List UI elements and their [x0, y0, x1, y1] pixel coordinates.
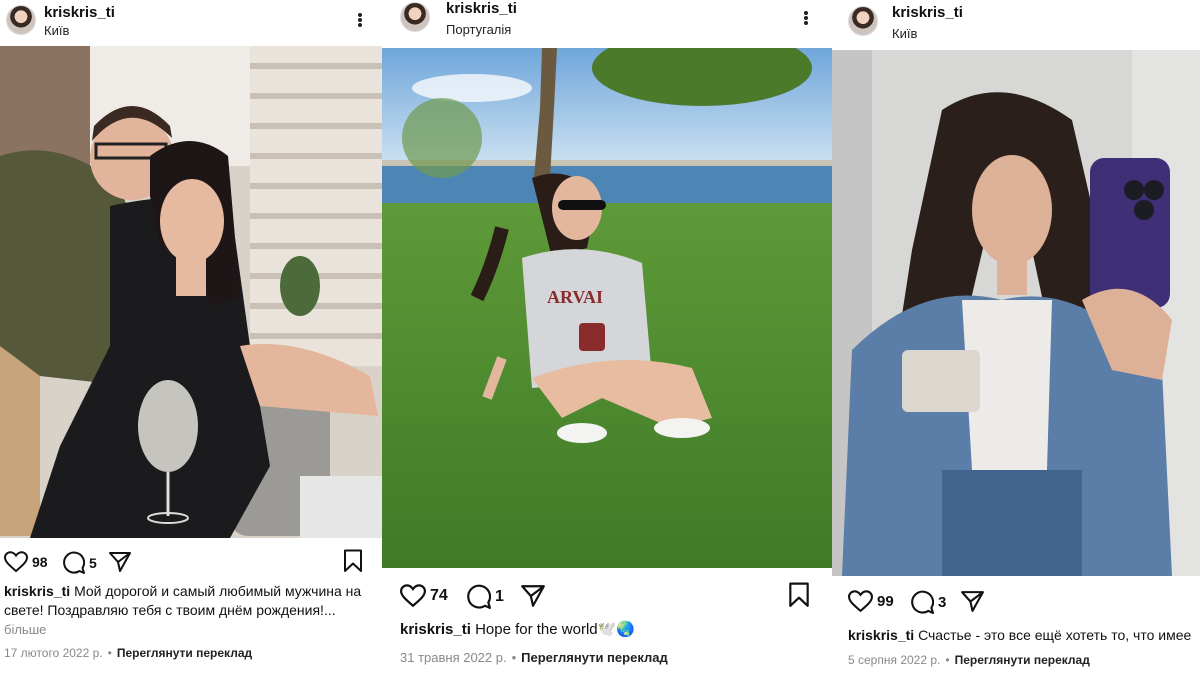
post-header: kriskris_ti Київ	[0, 0, 382, 48]
share-button[interactable]	[520, 584, 546, 608]
post-caption: kriskris_ti Мой дорогой и самый любимый …	[4, 582, 380, 620]
like-button[interactable]: 74	[400, 584, 448, 608]
save-button[interactable]	[788, 582, 810, 608]
post-actions: 74 1	[382, 582, 832, 612]
location[interactable]: Португалія	[446, 22, 511, 37]
svg-text:ARVAI: ARVAI	[547, 287, 603, 307]
post-header: kriskris_ti Київ	[832, 0, 1200, 48]
more-options-icon[interactable]	[352, 10, 368, 30]
share-button[interactable]	[960, 590, 985, 613]
post-actions: 99 3	[832, 588, 1200, 618]
post-header: kriskris_ti Португалія	[382, 0, 832, 48]
paper-plane-icon	[521, 585, 545, 607]
location[interactable]: Київ	[892, 26, 917, 41]
heart-icon	[848, 590, 873, 613]
comment-count: 5	[89, 554, 97, 571]
location[interactable]: Київ	[44, 23, 69, 38]
post-meta: 5 серпня 2022 р. • Переглянути переклад	[848, 653, 1090, 667]
like-count: 99	[877, 593, 894, 610]
post-date: 17 лютого 2022 р.	[4, 646, 103, 660]
post-photo[interactable]: ARVAI	[382, 48, 832, 568]
like-button[interactable]: 98	[4, 551, 48, 573]
username[interactable]: kriskris_ti	[446, 0, 517, 17]
comment-button[interactable]: 5	[62, 551, 97, 574]
photo-couple-illustration	[0, 46, 382, 538]
heart-icon	[4, 551, 28, 573]
comment-bubble-icon	[467, 584, 491, 609]
post-actions: 98 5	[0, 548, 382, 578]
post-meta: 17 лютого 2022 р. • Переглянути переклад	[4, 646, 252, 660]
post-1: kriskris_ti Київ 98 5 kriskris_ti Мой до…	[0, 0, 382, 675]
caption-username[interactable]: kriskris_ti	[400, 621, 471, 638]
caption-username[interactable]: kriskris_ti	[4, 583, 70, 599]
caption-text-line2: свете! Поздравляю тебя с твоим днём рожд…	[4, 602, 336, 618]
post-photo[interactable]	[832, 50, 1200, 576]
post-2: kriskris_ti Португалія ARVAI 74 1 kriskr…	[382, 0, 832, 675]
caption-text: Счастье - это все ещё хотеть то, что име…	[918, 627, 1192, 643]
post-caption: kriskris_ti Hope for the world🕊️🌏	[400, 620, 820, 639]
post-caption: kriskris_ti Счастье - это все ещё хотеть…	[848, 626, 1200, 645]
avatar[interactable]	[400, 2, 430, 32]
separator-dot: •	[945, 653, 950, 667]
avatar[interactable]	[6, 5, 36, 35]
like-count: 74	[430, 587, 448, 604]
comment-count: 1	[495, 587, 504, 605]
share-button[interactable]	[108, 551, 132, 573]
translate-link[interactable]: Переглянути переклад	[521, 650, 668, 665]
post-date: 5 серпня 2022 р.	[848, 653, 941, 667]
more-link[interactable]: більше	[4, 622, 46, 637]
comment-button[interactable]: 1	[466, 584, 504, 609]
separator-dot: •	[511, 650, 517, 665]
caption-text-line1: Мой дорогой и самый любимый мужчина на	[74, 583, 362, 599]
avatar[interactable]	[848, 6, 878, 36]
paper-plane-icon	[961, 591, 984, 612]
paper-plane-icon	[109, 552, 131, 572]
like-button[interactable]: 99	[848, 590, 894, 613]
comment-button[interactable]: 3	[910, 590, 946, 614]
translate-link[interactable]: Переглянути переклад	[955, 653, 1090, 667]
comment-bubble-icon	[63, 551, 85, 574]
like-count: 98	[32, 554, 48, 570]
heart-icon	[400, 584, 426, 608]
post-date: 31 травня 2022 р.	[400, 650, 507, 665]
photo-park-illustration: ARVAI	[382, 48, 832, 568]
separator-dot: •	[107, 646, 112, 660]
username[interactable]: kriskris_ti	[892, 4, 963, 21]
username[interactable]: kriskris_ti	[44, 4, 115, 21]
bookmark-icon	[344, 549, 362, 572]
save-button[interactable]	[343, 549, 363, 573]
caption-text: Hope for the world🕊️🌏	[475, 621, 635, 638]
bookmark-icon	[789, 582, 809, 607]
comment-bubble-icon	[911, 590, 934, 614]
post-photo[interactable]	[0, 46, 382, 538]
post-meta: 31 травня 2022 р. • Переглянути переклад	[400, 650, 668, 665]
comment-count: 3	[938, 593, 947, 611]
more-options-icon[interactable]	[798, 8, 814, 28]
post-3: kriskris_ti Київ 99 3 kriskris_ti Счасть…	[832, 0, 1200, 675]
translate-link[interactable]: Переглянути переклад	[117, 646, 252, 660]
photo-mirror-selfie-illustration	[832, 50, 1200, 576]
caption-username[interactable]: kriskris_ti	[848, 627, 914, 643]
